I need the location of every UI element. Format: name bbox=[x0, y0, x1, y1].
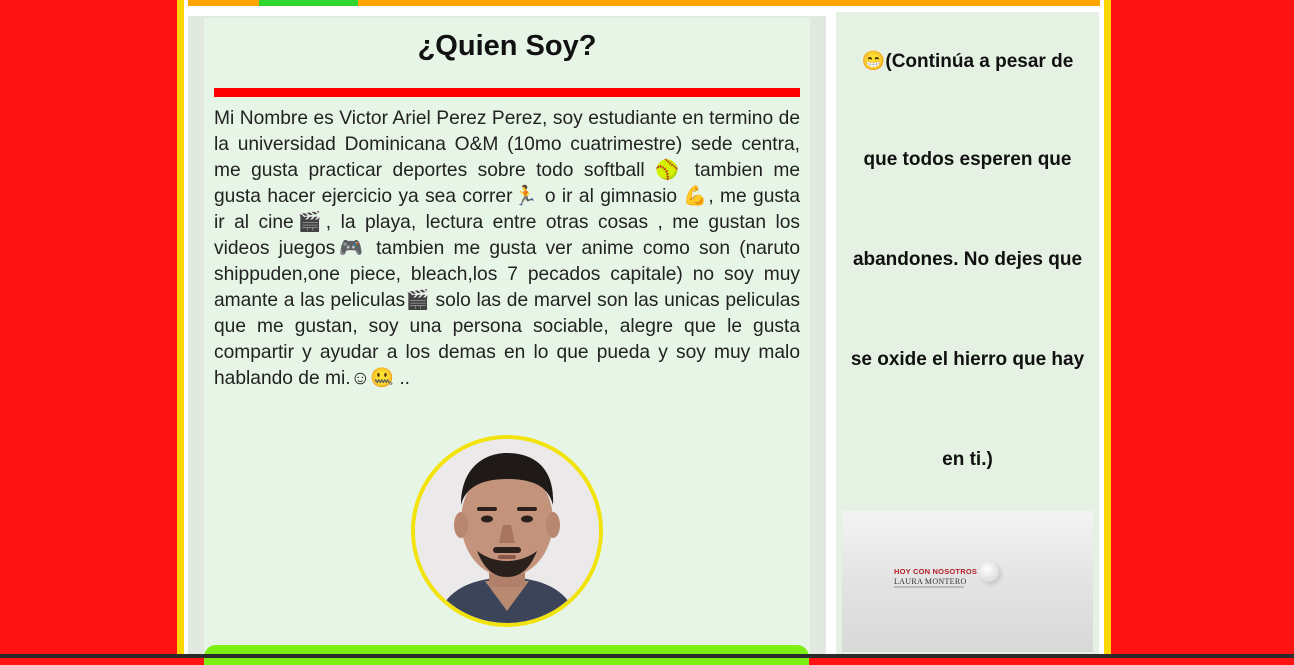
profile-photo bbox=[411, 435, 603, 627]
bottom-edge-strip bbox=[0, 654, 1294, 658]
quote-line-2: que todos esperen que bbox=[863, 149, 1072, 170]
thumbnail-name: LAURA MONTERO bbox=[894, 577, 967, 586]
bio-paragraph: Mi Nombre es Victor Ariel Perez Perez, s… bbox=[214, 108, 800, 389]
title-divider bbox=[214, 88, 800, 97]
quote-line-4: se oxide el hierro que hay bbox=[850, 349, 1085, 370]
thumbnail-sphere-icon bbox=[979, 562, 999, 582]
page-title: ¿Quien Soy? bbox=[417, 30, 597, 62]
top-nav-active-segment[interactable] bbox=[259, 0, 358, 6]
quote-line-5: en ti.) bbox=[942, 449, 993, 470]
thumbnail-headline: HOY CON NOSOTROS bbox=[894, 567, 978, 576]
profile-photo-illustration bbox=[415, 439, 599, 623]
video-thumbnail[interactable]: HOY CON NOSOTROS LAURA MONTERO bbox=[842, 511, 1093, 652]
thumbnail-caption-line bbox=[894, 586, 964, 588]
quote-line-3: abandones. No dejes que bbox=[852, 249, 1083, 270]
quote-line-1: 😁(Continúa a pesar de bbox=[861, 51, 1074, 72]
top-nav-bar bbox=[188, 0, 1100, 6]
